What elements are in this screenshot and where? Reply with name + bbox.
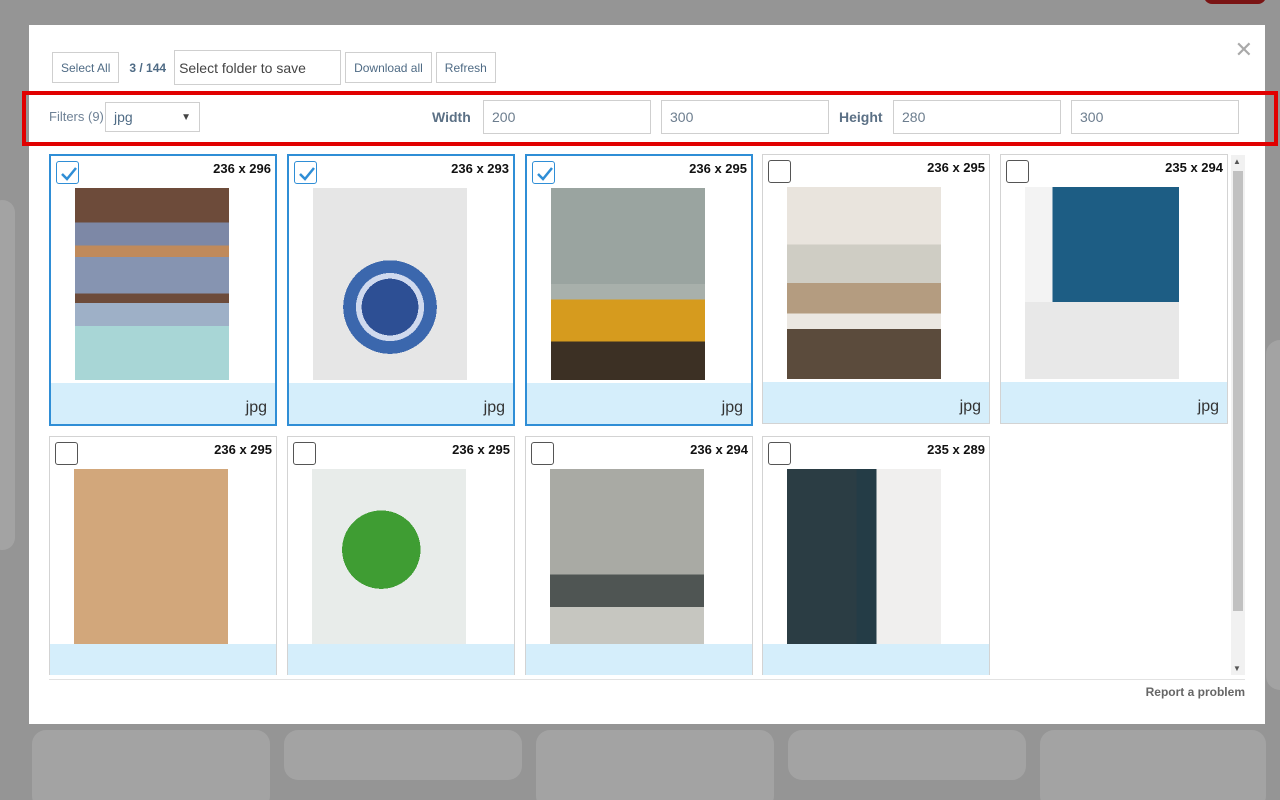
height-label: Height: [839, 109, 883, 125]
background-pin: [284, 730, 522, 780]
background-pin: [1040, 730, 1266, 800]
scrollbar-thumb[interactable]: [1233, 171, 1243, 611]
scroll-up-icon[interactable]: ▲: [1233, 157, 1241, 166]
image-dimensions: 235 x 294: [1165, 160, 1223, 175]
card-footer: [526, 644, 752, 675]
checkbox[interactable]: [1006, 160, 1029, 183]
image-dimensions: 236 x 295: [452, 442, 510, 457]
height-min-input[interactable]: 280: [893, 100, 1061, 134]
image-dimensions: 236 x 295: [689, 161, 747, 176]
type-select-value: jpg: [114, 109, 133, 125]
image-card[interactable]: 236 x 295: [287, 436, 515, 675]
checkbox[interactable]: [294, 161, 317, 184]
image-thumbnail: [313, 188, 467, 380]
image-thumbnail: [550, 469, 704, 661]
image-dimensions: 236 x 294: [690, 442, 748, 457]
download-all-button[interactable]: Download all: [345, 52, 432, 83]
image-extension: jpg: [959, 398, 981, 415]
card-footer: jpg: [51, 383, 275, 424]
width-max-input[interactable]: 300: [661, 100, 829, 134]
checkbox[interactable]: [531, 442, 554, 465]
scroll-down-icon[interactable]: ▼: [1233, 664, 1241, 673]
card-footer: jpg: [763, 382, 989, 423]
card-footer: jpg: [527, 383, 751, 424]
width-label: Width: [432, 109, 471, 125]
image-thumbnail: [787, 187, 941, 379]
width-min-input[interactable]: 200: [483, 100, 651, 134]
checkbox[interactable]: [768, 160, 791, 183]
image-thumbnail: [551, 188, 705, 380]
toolbar: Select All 3 / 144 Download all Refresh: [52, 50, 496, 85]
checkbox[interactable]: [532, 161, 555, 184]
image-thumbnail: [75, 188, 229, 380]
card-footer: [763, 644, 989, 675]
divider: [49, 679, 1245, 680]
image-extension: jpg: [1197, 398, 1219, 415]
background-pin: [788, 730, 1026, 780]
card-footer: [50, 644, 276, 675]
card-footer: [288, 644, 514, 675]
image-dimensions: 236 x 296: [213, 161, 271, 176]
card-footer: jpg: [1001, 382, 1227, 423]
background-pin: [1266, 340, 1280, 690]
checkbox[interactable]: [293, 442, 316, 465]
background-pin: [32, 730, 270, 800]
background-save-button: [1204, 0, 1266, 4]
image-thumbnail: [1025, 187, 1179, 379]
image-dimensions: 236 x 295: [214, 442, 272, 457]
checkbox[interactable]: [56, 161, 79, 184]
image-extension: jpg: [721, 399, 743, 416]
image-grid: 236 x 296 jpg 236 x 293 jpg 236 x 295 jp…: [49, 154, 1245, 675]
image-card[interactable]: 236 x 296 jpg: [49, 154, 277, 426]
image-card[interactable]: 236 x 295 jpg: [762, 154, 990, 424]
report-problem-link[interactable]: Report a problem: [1146, 685, 1245, 699]
image-dimensions: 236 x 295: [927, 160, 985, 175]
scrollbar[interactable]: ▲ ▼: [1231, 155, 1245, 675]
select-all-button[interactable]: Select All: [52, 52, 120, 83]
image-dimensions: 235 x 289: [927, 442, 985, 457]
image-extension: jpg: [245, 399, 267, 416]
background-pin: [536, 730, 774, 800]
image-thumbnail: [74, 469, 228, 661]
card-footer: jpg: [289, 383, 513, 424]
selected-count: 3 / 144: [129, 60, 167, 75]
checkbox[interactable]: [768, 442, 791, 465]
image-thumbnail: [787, 469, 941, 661]
background-pin: [0, 200, 15, 550]
image-card[interactable]: 236 x 293 jpg: [287, 154, 515, 426]
image-extension: jpg: [483, 399, 505, 416]
type-select[interactable]: jpg ▼: [105, 102, 200, 132]
chevron-down-icon: ▼: [181, 111, 191, 123]
image-card[interactable]: 235 x 289: [762, 436, 990, 675]
image-card[interactable]: 235 x 294 jpg: [1000, 154, 1228, 424]
close-icon[interactable]: ✕: [1235, 39, 1253, 61]
folder-input[interactable]: [174, 50, 342, 85]
image-dimensions: 236 x 293: [451, 161, 509, 176]
image-card[interactable]: 236 x 294: [525, 436, 753, 675]
image-thumbnail: [312, 469, 466, 661]
image-card[interactable]: 236 x 295 jpg: [525, 154, 753, 426]
height-max-input[interactable]: 300: [1071, 100, 1239, 134]
image-card[interactable]: 236 x 295: [49, 436, 277, 675]
image-downloader-modal: ✕ Select All 3 / 144 Download all Refres…: [22, 25, 1278, 724]
filters-row: Filters (9) jpg ▼ Width 200 300 Height 2…: [49, 100, 1244, 134]
filters-label: Filters (9): [49, 109, 104, 124]
checkbox[interactable]: [55, 442, 78, 465]
refresh-button[interactable]: Refresh: [435, 52, 496, 83]
